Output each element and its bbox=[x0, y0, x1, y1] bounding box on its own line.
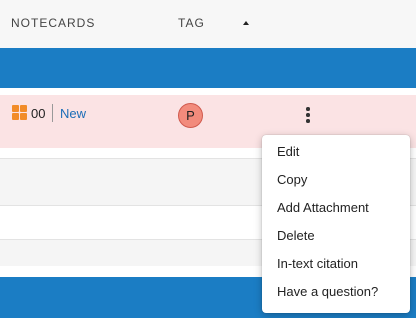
new-notecard-link[interactable]: New bbox=[60, 106, 86, 121]
menu-item-in-text-citation[interactable]: In-text citation bbox=[277, 256, 358, 271]
table-header: NOTECARDS TAG bbox=[0, 0, 416, 48]
grid-icon bbox=[12, 105, 27, 120]
more-options-icon[interactable] bbox=[300, 106, 316, 124]
menu-item-copy[interactable]: Copy bbox=[277, 172, 307, 187]
section-band-top bbox=[0, 48, 416, 88]
tag-avatar[interactable]: P bbox=[178, 103, 203, 128]
menu-item-edit[interactable]: Edit bbox=[277, 144, 299, 159]
notecard-number: 00 bbox=[31, 106, 46, 121]
column-header-notecards[interactable]: NOTECARDS bbox=[11, 16, 95, 30]
menu-item-delete[interactable]: Delete bbox=[277, 228, 315, 243]
menu-item-add-attachment[interactable]: Add Attachment bbox=[277, 200, 369, 215]
menu-item-have-a-question[interactable]: Have a question? bbox=[277, 284, 378, 299]
context-menu: Edit Copy Add Attachment Delete In-text … bbox=[262, 135, 410, 313]
column-header-tag[interactable]: TAG bbox=[178, 16, 205, 30]
divider bbox=[52, 104, 53, 122]
sort-ascending-icon[interactable] bbox=[243, 21, 249, 25]
